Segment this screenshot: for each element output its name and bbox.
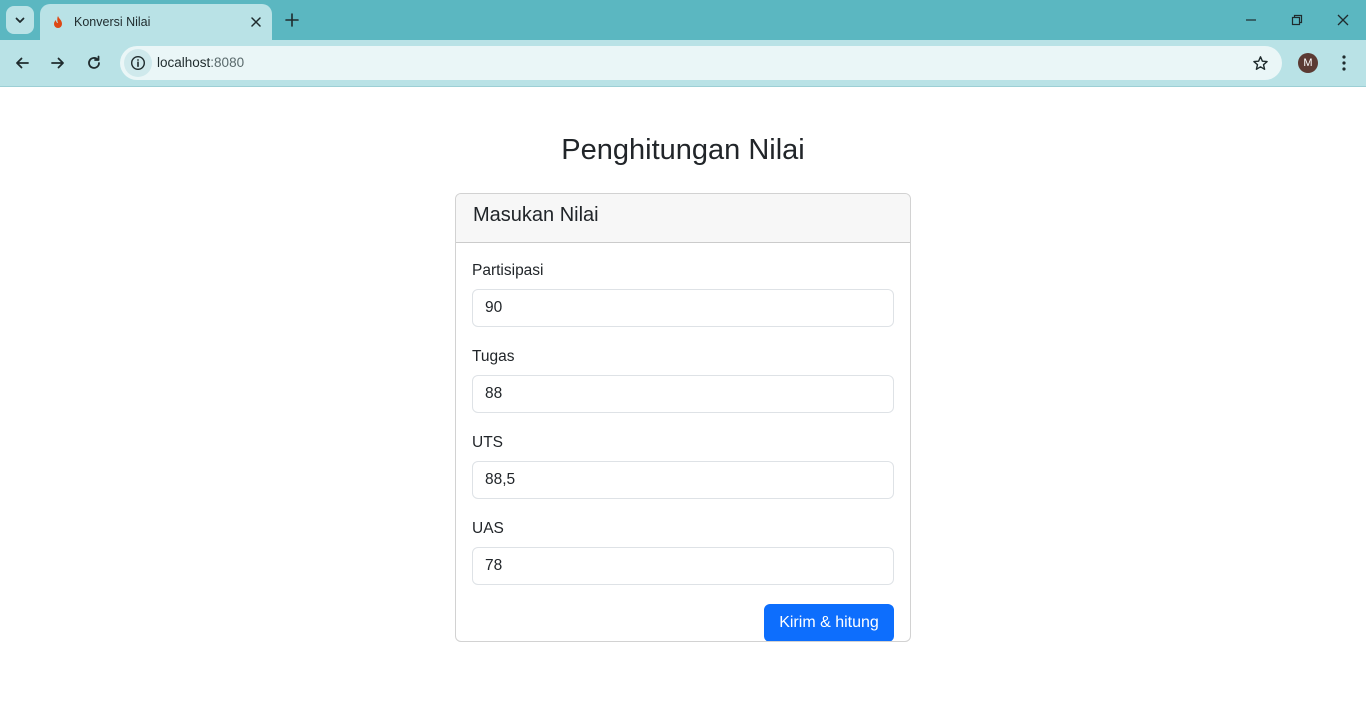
uas-label: UAS — [472, 520, 504, 537]
forward-button[interactable] — [44, 49, 72, 77]
uts-input[interactable] — [472, 461, 894, 499]
tab-search-button[interactable] — [6, 6, 34, 34]
card-header: Masukan Nilai — [456, 194, 910, 243]
card-body: Partisipasi Tugas UTS UAS Kirim & hitung — [456, 243, 910, 641]
tab-title: Konversi Nilai — [74, 15, 151, 29]
more-vertical-icon — [1342, 55, 1346, 71]
profile-avatar[interactable]: M — [1298, 53, 1318, 73]
address-bar[interactable]: localhost:8080 — [120, 46, 1282, 80]
arrow-left-icon — [16, 57, 29, 69]
url-port: :8080 — [210, 55, 245, 70]
minimize-button[interactable] — [1236, 6, 1266, 34]
page-title: Penghitungan Nilai — [561, 134, 805, 166]
close-window-button[interactable] — [1328, 6, 1358, 34]
partisipasi-label: Partisipasi — [472, 262, 544, 279]
browser-toolbar: localhost:8080 M — [0, 40, 1366, 87]
submit-calculate-button[interactable]: Kirim & hitung — [764, 604, 894, 641]
arrow-right-icon — [51, 57, 64, 69]
reload-button[interactable] — [80, 49, 108, 77]
flame-favicon-icon — [50, 14, 66, 30]
plus-icon — [285, 13, 299, 27]
restore-icon — [1291, 14, 1303, 26]
restore-button[interactable] — [1282, 6, 1312, 34]
browser-menu-button[interactable] — [1332, 51, 1356, 75]
url-text[interactable]: localhost:8080 — [157, 55, 244, 70]
uas-input[interactable] — [472, 547, 894, 585]
bookmark-star-icon[interactable] — [1250, 53, 1270, 73]
grade-form-card: Masukan Nilai Partisipasi Tugas UTS UAS … — [455, 193, 911, 642]
url-host: localhost — [157, 55, 211, 70]
browser-tab-active[interactable]: Konversi Nilai — [40, 4, 272, 40]
minimize-icon — [1246, 19, 1256, 21]
tugas-label: Tugas — [472, 348, 515, 365]
partisipasi-input[interactable] — [472, 289, 894, 327]
close-tab-icon[interactable] — [246, 12, 266, 32]
new-tab-button[interactable] — [280, 8, 304, 32]
chevron-down-icon — [15, 17, 25, 23]
tugas-input[interactable] — [472, 375, 894, 413]
form-actions: Kirim & hitung — [472, 604, 894, 641]
tab-strip: Konversi Nilai — [0, 0, 1366, 40]
site-info-button[interactable] — [124, 49, 152, 77]
info-icon — [130, 55, 146, 71]
uts-label: UTS — [472, 434, 503, 451]
back-button[interactable] — [8, 49, 36, 77]
close-icon — [1337, 14, 1349, 26]
reload-icon — [88, 55, 100, 69]
